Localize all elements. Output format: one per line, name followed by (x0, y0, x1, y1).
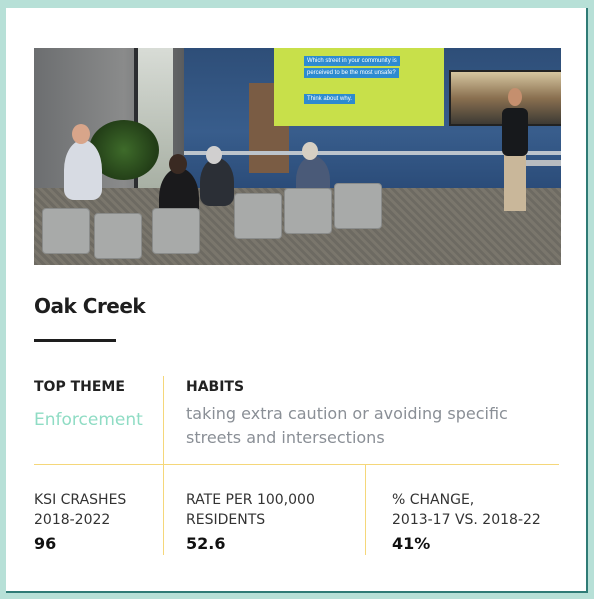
screen-line-3: Think about why. (304, 94, 355, 104)
stat-rate-label: RATE PER 100,000 RESIDENTS (186, 490, 315, 530)
habits-value: taking extra caution or avoiding specifi… (186, 404, 508, 447)
stat-rate-label-line1: RATE PER 100,000 (186, 492, 315, 508)
attendee-head (302, 142, 318, 160)
meeting-photo: Which street in your community is percei… (34, 48, 561, 265)
stat-rate-label-line2: RESIDENTS (186, 512, 266, 528)
presenter-head (508, 88, 522, 106)
stat-ksi-value: 96 (34, 534, 57, 553)
stat-rate-value: 52.6 (186, 534, 226, 553)
stat-change-label-line1: % CHANGE, (392, 492, 475, 508)
habits-label: HABITS (186, 379, 245, 395)
chair (334, 183, 382, 229)
stat-change-label: % CHANGE, 2013-17 VS. 2018-22 (392, 490, 541, 530)
presenter-legs (504, 153, 526, 211)
attendee (200, 158, 234, 206)
attendee-head (72, 124, 90, 144)
screen-line-1: Which street in your community is (304, 56, 400, 66)
stat-change-label-line2: 2013-17 VS. 2018-22 (392, 512, 541, 528)
chair (42, 208, 90, 254)
stat-ksi-label-line2: 2018-2022 (34, 512, 111, 528)
column-divider (163, 376, 164, 464)
presenter (502, 108, 528, 156)
attendee-head (206, 146, 222, 164)
info-card: Which street in your community is percei… (6, 8, 588, 593)
screen-line-2: perceived to be the most unsafe? (304, 68, 399, 78)
title-underline (34, 339, 116, 342)
stat-change-value: 41% (392, 534, 431, 553)
projector-screen: Which street in your community is percei… (274, 48, 444, 126)
stat-ksi-label: KSI CRASHES 2018-2022 (34, 490, 126, 530)
stat-ksi-label-line1: KSI CRASHES (34, 492, 127, 508)
top-theme-value: Enforcement (34, 410, 143, 430)
column-divider (365, 465, 366, 555)
row-divider (34, 464, 559, 465)
chair (94, 213, 142, 259)
attendee (64, 140, 102, 200)
chair (152, 208, 200, 254)
attendee-head (169, 154, 187, 174)
chair (234, 193, 282, 239)
location-title: Oak Creek (34, 294, 146, 318)
chair (284, 188, 332, 234)
column-divider (163, 465, 164, 555)
top-theme-label: TOP THEME (34, 379, 125, 395)
